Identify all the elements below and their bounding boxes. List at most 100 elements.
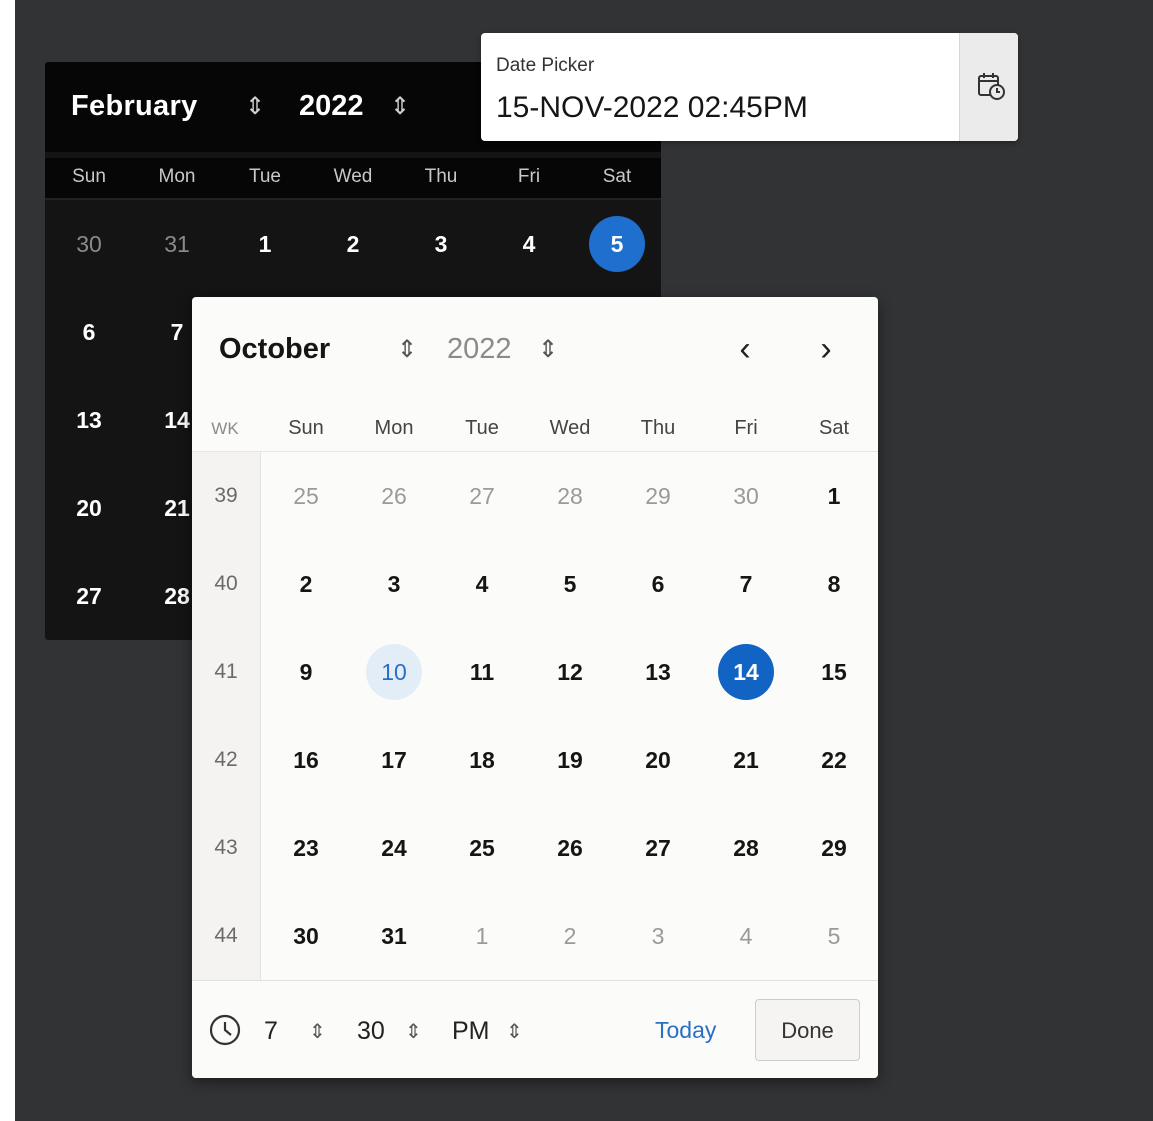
weekday-label: Tue xyxy=(465,417,499,439)
week-number-column xyxy=(192,452,261,980)
meridiem-field[interactable]: PM xyxy=(452,1017,490,1046)
dark-year-label[interactable]: 2022 xyxy=(299,90,364,123)
calendar-day[interactable]: 4 xyxy=(718,908,774,964)
up-down-chevron-icon[interactable]: ⇕ xyxy=(506,1019,523,1044)
calendar-day[interactable]: 30 xyxy=(718,468,774,524)
calendar-day[interactable]: 29 xyxy=(630,468,686,524)
calendar-day[interactable]: 16 xyxy=(278,732,334,788)
calendar-day[interactable]: 27 xyxy=(61,568,117,624)
up-down-chevron-icon[interactable]: ⇕ xyxy=(309,1019,326,1044)
calendar-day[interactable]: 4 xyxy=(454,556,510,612)
weekday-label: Mon xyxy=(158,166,196,187)
date-picker-input[interactable]: 15-NOV-2022 02:45PM xyxy=(496,91,808,125)
minute-field[interactable]: 30 xyxy=(357,1017,385,1046)
up-down-chevron-icon[interactable]: ⇕ xyxy=(397,335,417,364)
calendar-day[interactable]: 7 xyxy=(718,556,774,612)
light-calendar-popup: October ⇕ 2022 ⇕ ‹ › WK Sun Mon Tue Wed Thu F… xyxy=(192,297,878,1078)
up-down-chevron-icon[interactable]: ⇕ xyxy=(538,335,558,364)
weekday-label: Mon xyxy=(374,417,414,439)
weekday-label: Fri xyxy=(734,417,758,439)
weekday-label: Sun xyxy=(72,166,106,187)
dark-month-label[interactable]: February xyxy=(71,90,198,123)
calendar-day[interactable]: 31 xyxy=(366,908,422,964)
calendar-clock-icon xyxy=(978,73,1005,100)
selected-day[interactable]: 5 xyxy=(589,216,645,272)
calendar-day[interactable]: 5 xyxy=(542,556,598,612)
today-button[interactable]: Today xyxy=(655,1017,716,1044)
calendar-day[interactable]: 12 xyxy=(542,644,598,700)
calendar-day[interactable]: 20 xyxy=(630,732,686,788)
calendar-day[interactable]: 13 xyxy=(61,392,117,448)
calendar-day[interactable]: 17 xyxy=(366,732,422,788)
calendar-day[interactable]: 3 xyxy=(366,556,422,612)
weekday-label: Thu xyxy=(640,417,676,439)
calendar-day[interactable]: 23 xyxy=(278,820,334,876)
weekday-label: Thu xyxy=(424,166,458,187)
weekday-label: Sat xyxy=(818,417,850,439)
month-selector[interactable]: October xyxy=(219,333,330,366)
calendar-day[interactable]: 2 xyxy=(278,556,334,612)
calendar-day[interactable]: 5 xyxy=(806,908,862,964)
calendar-day[interactable]: 25 xyxy=(278,468,334,524)
calendar-day[interactable]: 28 xyxy=(542,468,598,524)
calendar-day[interactable]: 2 xyxy=(325,216,381,272)
date-picker-field[interactable]: Date Picker 15-NOV-2022 02:45PM xyxy=(481,33,1018,141)
calendar-day[interactable]: 6 xyxy=(630,556,686,612)
calendar-day[interactable]: 25 xyxy=(454,820,510,876)
week-number: 43 xyxy=(214,836,238,859)
week-number-header: WK xyxy=(211,419,239,438)
calendar-day[interactable]: 11 xyxy=(454,644,510,700)
calendar-day[interactable]: 8 xyxy=(806,556,862,612)
calendar-day[interactable]: 4 xyxy=(501,216,557,272)
calendar-day[interactable]: 27 xyxy=(630,820,686,876)
calendar-day[interactable]: 13 xyxy=(630,644,686,700)
chevron-left-icon[interactable]: ‹ xyxy=(723,327,767,371)
chevron-right-icon[interactable]: › xyxy=(804,327,848,371)
calendar-day[interactable]: 26 xyxy=(366,468,422,524)
hour-field[interactable]: 7 xyxy=(264,1017,278,1046)
weekday-label: Sun xyxy=(288,417,324,439)
calendar-day[interactable]: 18 xyxy=(454,732,510,788)
calendar-day[interactable]: 27 xyxy=(454,468,510,524)
calendar-toggle-button[interactable] xyxy=(959,33,1018,141)
calendar-day[interactable]: 1 xyxy=(237,216,293,272)
weekday-label: Wed xyxy=(333,166,373,187)
done-button[interactable]: Done xyxy=(755,999,860,1061)
calendar-day[interactable]: 30 xyxy=(278,908,334,964)
calendar-day[interactable]: 30 xyxy=(61,216,117,272)
time-footer: 7 ⇕ 30 ⇕ PM ⇕ Today Done xyxy=(192,980,878,1078)
week-number: 40 xyxy=(214,572,238,595)
calendar-day[interactable]: 6 xyxy=(61,304,117,360)
calendar-day[interactable]: 19 xyxy=(542,732,598,788)
calendar-day[interactable]: 2 xyxy=(542,908,598,964)
weekday-label: Wed xyxy=(549,417,591,439)
clock-icon xyxy=(209,1014,241,1046)
week-number: 39 xyxy=(214,484,238,507)
calendar-day[interactable]: 22 xyxy=(806,732,862,788)
calendar-day[interactable]: 29 xyxy=(806,820,862,876)
year-selector[interactable]: 2022 xyxy=(447,333,512,366)
selected-day[interactable]: 14 xyxy=(718,644,774,700)
up-down-chevron-icon[interactable]: ⇕ xyxy=(405,1019,422,1044)
up-down-chevron-icon[interactable]: ⇕ xyxy=(245,92,265,121)
calendar-day[interactable]: 31 xyxy=(149,216,205,272)
calendar-day[interactable]: 26 xyxy=(542,820,598,876)
calendar-day[interactable]: 20 xyxy=(61,480,117,536)
calendar-day[interactable]: 15 xyxy=(806,644,862,700)
calendar-day[interactable]: 3 xyxy=(413,216,469,272)
up-down-chevron-icon[interactable]: ⇕ xyxy=(390,92,410,121)
weekday-label: Sat xyxy=(602,166,632,187)
calendar-day[interactable]: 28 xyxy=(718,820,774,876)
calendar-day[interactable]: 1 xyxy=(806,468,862,524)
today-day[interactable]: 10 xyxy=(366,644,422,700)
dark-weekday-row: Sun Mon Tue Wed Thu Fri Sat xyxy=(45,158,661,200)
calendar-day[interactable]: 24 xyxy=(366,820,422,876)
week-number: 42 xyxy=(214,748,238,771)
weekday-label: Tue xyxy=(248,166,282,187)
calendar-day[interactable]: 9 xyxy=(278,644,334,700)
calendar-day[interactable]: 21 xyxy=(718,732,774,788)
calendar-day[interactable]: 1 xyxy=(454,908,510,964)
week-number: 44 xyxy=(214,924,238,947)
calendar-day[interactable]: 3 xyxy=(630,908,686,964)
date-picker-label: Date Picker xyxy=(496,55,595,76)
